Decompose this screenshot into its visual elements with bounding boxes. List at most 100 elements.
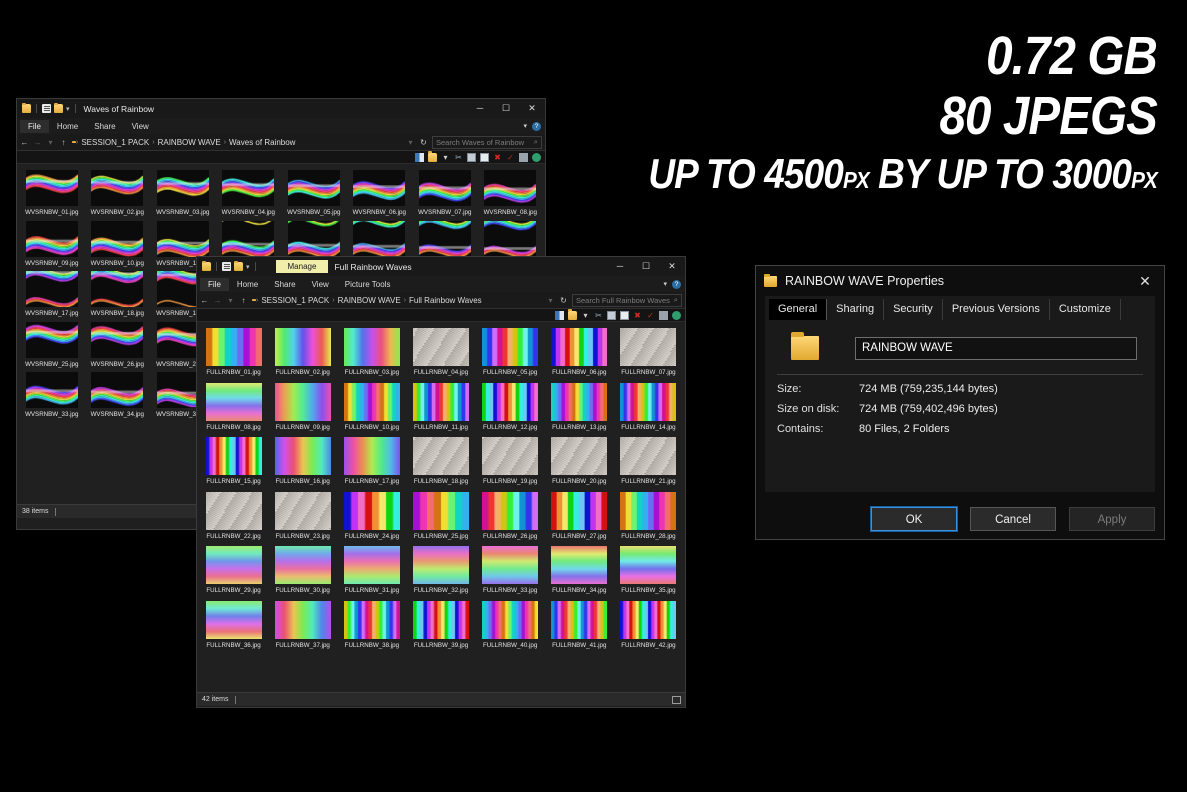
thumbnail-view-icon[interactable] xyxy=(672,696,681,704)
file-item[interactable]: FULLRNBW_20.jpg xyxy=(545,437,614,490)
file-item[interactable]: FULLRNBW_18.jpg xyxy=(406,437,475,490)
back-search-box[interactable]: Search Waves of Rainbow ⌕ xyxy=(432,136,542,149)
front-command-toolbar[interactable]: ▾ ✂ ✖ ✓ xyxy=(197,309,685,322)
file-item[interactable]: FULLRNBW_27.jpg xyxy=(545,492,614,545)
file-item[interactable]: WVSRNBW_05.jpg xyxy=(281,170,347,221)
cut-icon[interactable]: ✂ xyxy=(594,311,603,320)
file-item[interactable]: FULLRNBW_10.jpg xyxy=(337,383,406,436)
help-icon[interactable]: ? xyxy=(532,122,541,131)
file-item[interactable]: FULLRNBW_25.jpg xyxy=(406,492,475,545)
file-item[interactable]: WVSRNBW_08.jpg xyxy=(478,170,544,221)
rename-icon[interactable] xyxy=(659,311,668,320)
ribbon-tab-file[interactable]: File xyxy=(20,120,49,133)
properties-dialog[interactable]: RAINBOW WAVE Properties ✕ General Sharin… xyxy=(755,265,1165,540)
help-icon[interactable]: ? xyxy=(672,280,681,289)
chevron-down-icon[interactable]: ▾ xyxy=(66,105,70,113)
close-button[interactable]: ✕ xyxy=(519,99,545,118)
properties-icon[interactable] xyxy=(222,262,231,271)
file-item[interactable]: FULLRNBW_28.jpg xyxy=(614,492,683,545)
breadcrumb-item-2[interactable]: RAINBOW WAVE xyxy=(158,138,221,147)
view-mode-buttons[interactable] xyxy=(672,696,681,704)
file-item[interactable]: FULLRNBW_09.jpg xyxy=(268,383,337,436)
back-ribbon-right[interactable]: ▾ ? xyxy=(523,118,541,134)
file-item[interactable]: WVSRNBW_04.jpg xyxy=(216,170,282,221)
confirm-icon[interactable]: ✓ xyxy=(506,153,515,162)
file-item[interactable]: FULLRNBW_24.jpg xyxy=(337,492,406,545)
front-file-grid[interactable]: FULLRNBW_01.jpgFULLRNBW_02.jpgFULLRNBW_0… xyxy=(197,322,685,653)
file-item[interactable]: FULLRNBW_35.jpg xyxy=(614,546,683,599)
file-item[interactable]: FULLRNBW_26.jpg xyxy=(476,492,545,545)
refresh-icon[interactable]: ↻ xyxy=(559,296,568,305)
recent-locations-icon[interactable]: ▾ xyxy=(226,296,235,305)
file-item[interactable]: FULLRNBW_11.jpg xyxy=(406,383,475,436)
file-item[interactable]: FULLRNBW_22.jpg xyxy=(199,492,268,545)
back-breadcrumb[interactable]: › SESSION_1 PACK › RAINBOW WAVE › Waves … xyxy=(76,138,402,147)
file-item[interactable]: FULLRNBW_06.jpg xyxy=(545,328,614,381)
file-item[interactable]: WVSRNBW_03.jpg xyxy=(150,170,216,221)
back-title-bar[interactable]: ▾ Waves of Rainbow ─ ☐ ✕ xyxy=(17,99,545,118)
file-item[interactable]: FULLRNBW_01.jpg xyxy=(199,328,268,381)
ribbon-tab-view[interactable]: View xyxy=(304,278,337,291)
front-ribbon-right[interactable]: ▾ ? xyxy=(663,276,681,292)
file-item[interactable]: WVSRNBW_02.jpg xyxy=(85,170,151,221)
back-address-bar[interactable]: ← → ▾ ↑ › SESSION_1 PACK › RAINBOW WAVE … xyxy=(17,134,545,151)
tab-general[interactable]: General xyxy=(769,299,827,320)
front-search-box[interactable]: Search Full Rainbow Waves ⌕ xyxy=(572,294,682,307)
file-item[interactable]: FULLRNBW_17.jpg xyxy=(337,437,406,490)
file-item[interactable]: WVSRNBW_10.jpg xyxy=(85,221,151,272)
ok-button[interactable]: OK xyxy=(871,507,957,531)
recent-locations-icon[interactable]: ▾ xyxy=(46,138,55,147)
file-item[interactable]: FULLRNBW_32.jpg xyxy=(406,546,475,599)
file-item[interactable]: FULLRNBW_12.jpg xyxy=(476,383,545,436)
file-item[interactable]: WVSRNBW_07.jpg xyxy=(412,170,478,221)
front-file-grid-area[interactable]: FULLRNBW_01.jpgFULLRNBW_02.jpgFULLRNBW_0… xyxy=(197,322,685,692)
file-item[interactable]: WVSRNBW_26.jpg xyxy=(85,322,151,373)
forward-nav-icon[interactable]: → xyxy=(33,138,42,147)
ribbon-tab-share[interactable]: Share xyxy=(86,120,123,133)
address-dropdown-icon[interactable]: ▾ xyxy=(406,138,415,147)
back-window-controls[interactable]: ─ ☐ ✕ xyxy=(467,99,545,118)
ribbon-tab-file[interactable]: File xyxy=(200,278,229,291)
new-folder-icon[interactable] xyxy=(234,262,243,271)
close-icon[interactable]: ✕ xyxy=(1132,270,1158,292)
copy-icon[interactable] xyxy=(467,153,476,162)
paste-icon[interactable] xyxy=(620,311,629,320)
chevron-down-icon[interactable]: ▾ xyxy=(246,263,250,271)
file-item[interactable]: FULLRNBW_07.jpg xyxy=(614,328,683,381)
folder-name-input[interactable]: RAINBOW WAVE xyxy=(855,337,1137,360)
file-item[interactable]: FULLRNBW_13.jpg xyxy=(545,383,614,436)
rename-icon[interactable] xyxy=(519,153,528,162)
cancel-button[interactable]: Cancel xyxy=(970,507,1056,531)
globe-icon[interactable] xyxy=(672,311,681,320)
ribbon-tab-view[interactable]: View xyxy=(124,120,157,133)
file-item[interactable]: FULLRNBW_42.jpg xyxy=(614,601,683,654)
paste-icon[interactable] xyxy=(480,153,489,162)
front-title-bar[interactable]: ▾ Manage Full Rainbow Waves ─ ☐ ✕ xyxy=(197,257,685,276)
tab-customize[interactable]: Customize xyxy=(1050,299,1121,320)
forward-nav-icon[interactable]: → xyxy=(213,296,222,305)
file-item[interactable]: FULLRNBW_04.jpg xyxy=(406,328,475,381)
breadcrumb-item-3[interactable]: Waves of Rainbow xyxy=(229,138,295,147)
address-dropdown-icon[interactable]: ▾ xyxy=(546,296,555,305)
front-ribbon-tabs[interactable]: File Home Share View Picture Tools ▾ ? xyxy=(197,276,685,292)
file-item[interactable]: WVSRNBW_34.jpg xyxy=(85,372,151,423)
explorer-window-full-rainbow-waves[interactable]: ▾ Manage Full Rainbow Waves ─ ☐ ✕ File H… xyxy=(196,256,686,708)
file-item[interactable]: WVSRNBW_09.jpg xyxy=(19,221,85,272)
file-item[interactable]: FULLRNBW_33.jpg xyxy=(476,546,545,599)
dropdown-icon[interactable]: ▾ xyxy=(581,311,590,320)
breadcrumb-item-1[interactable]: SESSION_1 PACK xyxy=(81,138,149,147)
folder-name-row[interactable]: RAINBOW WAVE xyxy=(765,320,1155,360)
new-folder-icon[interactable] xyxy=(54,104,63,113)
file-item[interactable]: FULLRNBW_30.jpg xyxy=(268,546,337,599)
file-item[interactable]: WVSRNBW_01.jpg xyxy=(19,170,85,221)
ribbon-tab-home[interactable]: Home xyxy=(49,120,86,133)
file-item[interactable]: FULLRNBW_34.jpg xyxy=(545,546,614,599)
file-item[interactable]: FULLRNBW_38.jpg xyxy=(337,601,406,654)
file-item[interactable]: FULLRNBW_02.jpg xyxy=(268,328,337,381)
delete-icon[interactable]: ✖ xyxy=(493,153,502,162)
file-item[interactable]: FULLRNBW_15.jpg xyxy=(199,437,268,490)
front-quick-access-toolbar[interactable]: ▾ xyxy=(199,262,258,271)
file-item[interactable]: WVSRNBW_17.jpg xyxy=(19,271,85,322)
file-item[interactable]: FULLRNBW_21.jpg xyxy=(614,437,683,490)
file-item[interactable]: WVSRNBW_06.jpg xyxy=(347,170,413,221)
